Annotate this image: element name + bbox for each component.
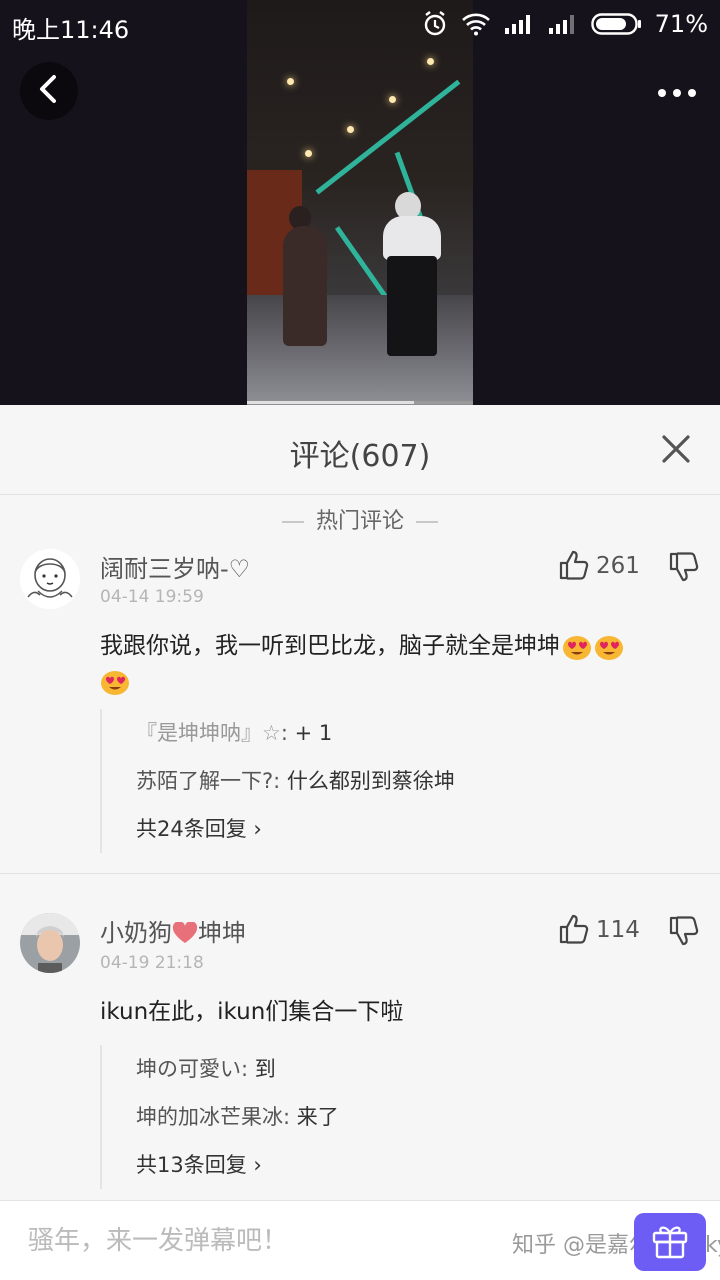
back-button[interactable] <box>20 62 78 120</box>
thumb-up-icon[interactable] <box>558 913 590 945</box>
reply-text: + 1 <box>294 721 333 745</box>
chevron-right-icon: › <box>253 817 262 841</box>
username-part: 小奶狗 <box>100 919 172 947</box>
reply-text: 来了 <box>296 1105 339 1129</box>
comment-panel-title: 评论(607) <box>289 439 431 474</box>
close-icon <box>658 435 694 471</box>
thumb-down-icon[interactable] <box>668 551 700 583</box>
heart-icon <box>172 919 198 947</box>
reply-list: 『是坤坤呐』☆: + 1 苏陌了解一下?: 什么都别到蔡徐坤 共24条回复 › <box>100 709 690 853</box>
reply-author[interactable]: 苏陌了解一下? <box>136 769 273 793</box>
reply-item[interactable]: 苏陌了解一下?: 什么都别到蔡徐坤 <box>136 757 690 805</box>
reply-author[interactable]: 坤的加冰芒果冰 <box>136 1105 283 1129</box>
heart-eyes-emoji <box>100 668 130 696</box>
wifi-icon <box>461 12 491 36</box>
video-scene-light <box>389 96 396 103</box>
comment-content: 我跟你说，我一听到巴比龙，脑子就全是坤坤 <box>100 629 690 699</box>
video-scene-floor <box>247 295 473 405</box>
gift-button[interactable] <box>634 1213 706 1271</box>
battery-percent: 71% <box>654 10 708 38</box>
status-icons: 71% <box>421 10 708 38</box>
alarm-icon <box>421 10 449 38</box>
reply-author[interactable]: 坤の可愛い <box>136 1057 241 1081</box>
hot-comments-label: 热门评论 <box>0 503 720 535</box>
bottom-bar: 知乎 @是嘉尔的Jacky <box>0 1200 720 1280</box>
username-part: 坤坤 <box>198 919 246 947</box>
more-dots-icon <box>657 83 697 102</box>
comment-panel: 评论(607) 热门评论 阔耐三岁呐-♡ 04-14 19:59 261 我跟你… <box>0 405 720 1280</box>
video-scene-light <box>305 150 312 157</box>
video-progress-bar[interactable] <box>247 401 473 404</box>
thumb-up-icon[interactable] <box>558 549 590 581</box>
reply-text: 什么都别到蔡徐坤 <box>286 769 455 793</box>
gift-icon <box>650 1221 690 1263</box>
reply-item[interactable]: 『是坤坤呐』☆: + 1 <box>136 709 690 757</box>
comment-username[interactable]: 阔耐三岁呐-♡ <box>100 549 250 584</box>
comment-time: 04-14 19:59 <box>100 587 204 607</box>
back-arrow-icon <box>36 74 62 108</box>
video-scene-light <box>347 126 354 133</box>
heart-eyes-emoji <box>562 633 592 661</box>
like-count: 261 <box>596 553 640 579</box>
more-button[interactable] <box>652 72 702 112</box>
status-time: 晚上11:46 <box>12 16 130 44</box>
danmaku-input[interactable] <box>28 1221 448 1261</box>
video-area[interactable] <box>0 0 720 405</box>
comment-text: 我跟你说，我一听到巴比龙，脑子就全是坤坤 <box>100 633 560 659</box>
comment-divider <box>0 873 720 874</box>
comment-item: 阔耐三岁呐-♡ 04-14 19:59 261 我跟你说，我一听到巴比龙，脑子就… <box>0 543 720 873</box>
reply-author[interactable]: 『是坤坤呐』☆ <box>136 721 281 745</box>
like-count: 114 <box>596 917 640 943</box>
video-progress-fill <box>247 401 415 404</box>
dancer-left <box>283 226 327 346</box>
reply-list: 坤の可愛い: 到 坤的加冰芒果冰: 来了 共13条回复 › <box>100 1045 690 1189</box>
signal-icon <box>503 13 535 35</box>
comment-panel-header: 评论(607) <box>0 405 720 495</box>
close-button[interactable] <box>658 431 694 467</box>
section-label-text: 热门评论 <box>315 509 404 534</box>
section-dash <box>281 521 304 523</box>
video-scene-light <box>427 58 434 65</box>
comment-content: ikun在此，ikun们集合一下啦 <box>100 999 404 1025</box>
chevron-right-icon: › <box>253 1153 262 1177</box>
more-replies-label: 共13条回复 <box>136 1153 247 1177</box>
thumb-down-icon[interactable] <box>668 915 700 947</box>
avatar[interactable] <box>20 549 80 609</box>
reply-text: 到 <box>254 1057 276 1081</box>
video-scene-beam <box>315 79 461 195</box>
comment-username[interactable]: 小奶狗 坤坤 <box>100 913 246 948</box>
avatar[interactable] <box>20 913 80 973</box>
signal-icon <box>547 13 579 35</box>
status-bar: 晚上11:46 71% <box>0 0 720 50</box>
battery-icon <box>590 12 643 36</box>
heart-eyes-emoji <box>594 633 624 661</box>
more-replies-link[interactable]: 共13条回复 › <box>136 1141 690 1189</box>
dancer-right-shirt <box>383 216 441 260</box>
video-scene-light <box>287 78 294 85</box>
more-replies-link[interactable]: 共24条回复 › <box>136 805 690 853</box>
comment-item: 小奶狗 坤坤 04-19 21:18 114 ikun在此，ikun们集合一下啦 … <box>0 905 720 1205</box>
reply-item[interactable]: 坤の可愛い: 到 <box>136 1045 690 1093</box>
more-replies-label: 共24条回复 <box>136 817 247 841</box>
section-dash <box>416 521 438 523</box>
video-player[interactable] <box>247 0 473 405</box>
comment-time: 04-19 21:18 <box>100 953 204 973</box>
dancer-right-legs <box>387 256 437 356</box>
reply-item[interactable]: 坤的加冰芒果冰: 来了 <box>136 1093 690 1141</box>
